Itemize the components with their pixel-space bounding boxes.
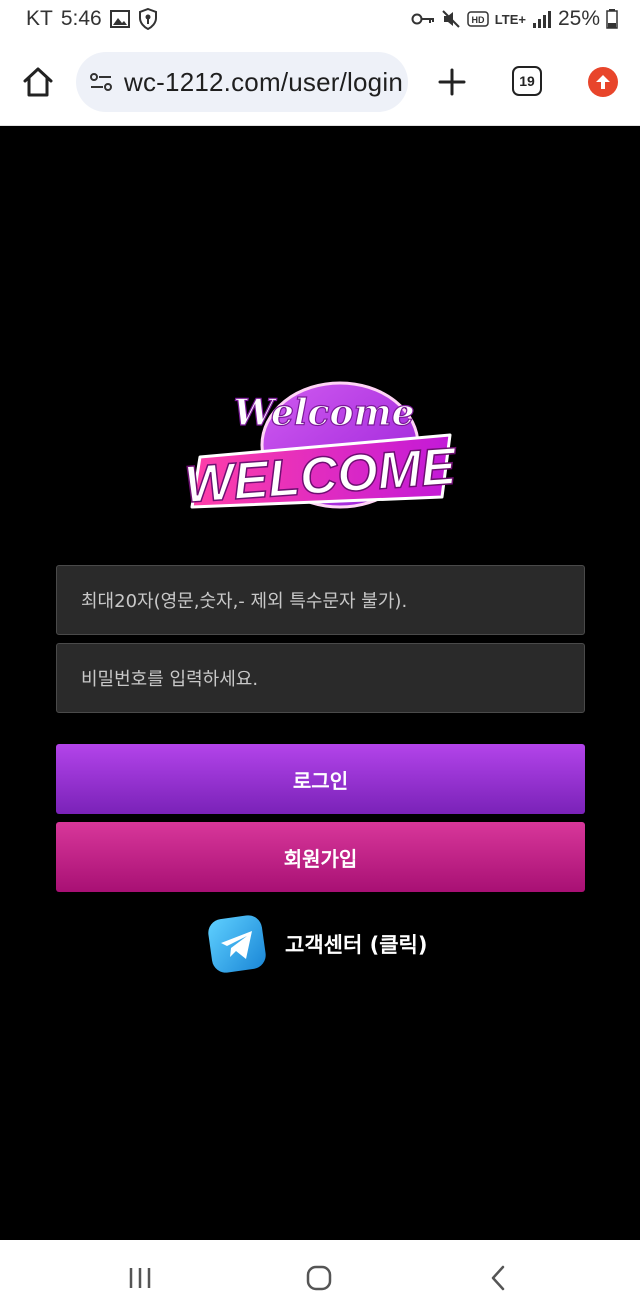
system-nav-bar	[0, 1240, 640, 1315]
mute-icon	[441, 9, 461, 29]
customer-support-link[interactable]: 고객센터 (클릭)	[205, 912, 427, 976]
battery-icon	[606, 9, 618, 29]
back-icon	[491, 1265, 505, 1291]
username-input[interactable]: 최대20자(영문,숫자,- 제외 특수문자 불가).	[56, 565, 585, 635]
welcome-logo: Welcome WELCOME	[182, 381, 460, 515]
status-left: KT 5:46	[26, 7, 158, 31]
telegram-icon	[208, 915, 266, 973]
home-nav-button[interactable]	[299, 1258, 339, 1298]
update-button[interactable]	[588, 67, 618, 97]
username-placeholder: 최대20자(영문,숫자,- 제외 특수문자 불가).	[81, 591, 408, 612]
login-button[interactable]: 로그인	[56, 744, 585, 814]
back-button[interactable]	[478, 1258, 518, 1298]
network-type: LTE+	[494, 11, 526, 27]
login-form: 최대20자(영문,숫자,- 제외 특수문자 불가). 비밀번호를 입력하세요. …	[56, 565, 585, 892]
plus-icon	[438, 68, 466, 96]
tab-switcher-button[interactable]: 19	[512, 66, 542, 96]
address-bar[interactable]: wc-1212.com/user/login	[76, 52, 408, 112]
gallery-icon	[109, 10, 130, 28]
logo-script-text: Welcome	[233, 392, 414, 434]
site-settings-icon[interactable]	[88, 69, 114, 95]
key-icon	[411, 12, 435, 26]
carrier-label: KT	[26, 7, 53, 30]
status-right: HD LTE+ 25%	[411, 7, 618, 31]
password-placeholder: 비밀번호를 입력하세요.	[81, 669, 259, 690]
new-tab-button[interactable]	[432, 62, 472, 102]
signal-icon	[532, 10, 552, 28]
support-label: 고객센터 (클릭)	[285, 933, 428, 957]
recents-button[interactable]	[120, 1258, 160, 1298]
svg-text:HD: HD	[471, 15, 484, 25]
clock: 5:46	[60, 7, 102, 30]
password-input[interactable]: 비밀번호를 입력하세요.	[56, 643, 585, 713]
signup-button[interactable]: 회원가입	[56, 822, 585, 892]
arrow-up-icon	[596, 75, 610, 89]
home-nav-icon	[306, 1265, 332, 1291]
shield-icon	[138, 8, 158, 30]
home-icon	[23, 67, 53, 97]
recents-icon	[129, 1268, 151, 1288]
browser-toolbar: wc-1212.com/user/login 19	[0, 40, 640, 126]
hd-icon: HD	[467, 11, 489, 27]
battery-percent: 25%	[557, 7, 600, 30]
logo-main-text: WELCOME	[183, 438, 459, 515]
status-bar: KT 5:46 HD LTE+ 25%	[0, 0, 640, 40]
url-text: wc-1212.com/user/login	[124, 66, 403, 97]
home-button[interactable]	[18, 62, 58, 102]
